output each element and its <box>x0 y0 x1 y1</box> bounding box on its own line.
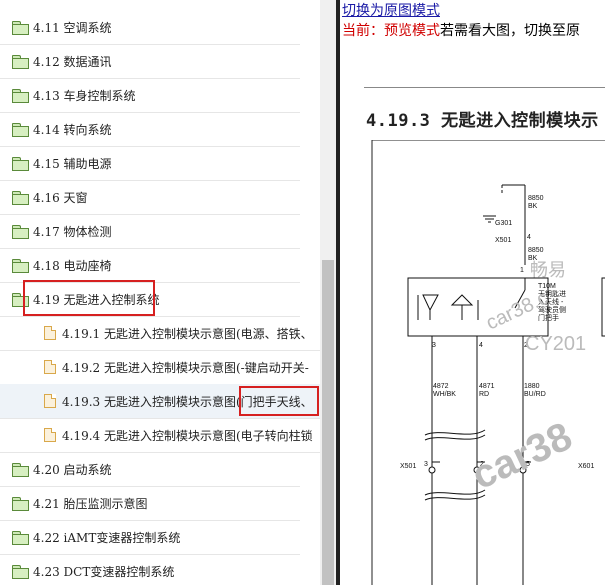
connector-label-top: X501 <box>495 237 511 244</box>
tree-item-4-14[interactable]: 4.14 转向系统 <box>0 112 300 147</box>
tree-item-4-20[interactable]: 4.20 启动系统 <box>0 452 300 487</box>
tree-item-label: 4.23 DCT变速器控制系统 <box>33 564 175 579</box>
wire-label-top-color: BK <box>528 203 538 210</box>
ground-label: G301 <box>495 220 512 227</box>
pin-label-1: 1 <box>520 267 524 274</box>
tree-item-label: 4.22 iAMT变速器控制系统 <box>33 530 181 545</box>
pin-label-4: 4 <box>479 342 483 349</box>
tree-item-4-21[interactable]: 4.21 胎压监测示意图 <box>0 486 300 521</box>
document-icon <box>44 326 56 340</box>
switch-to-original-link[interactable]: 切换为原图模式 <box>342 0 440 20</box>
tree-item-4-17[interactable]: 4.17 物体检测 <box>0 214 300 249</box>
tree-item-4-22[interactable]: 4.22 iAMT变速器控制系统 <box>0 520 300 555</box>
tree-item-4-13[interactable]: 4.13 车身控制系统 <box>0 78 300 113</box>
wire-c-num: 1880 <box>524 383 540 390</box>
watermark-year: CY201 <box>525 333 586 355</box>
folder-icon <box>12 530 29 545</box>
folder-icon <box>12 88 29 103</box>
content-pane: 切换为原图模式 当前：预览模式若需看大图，切换至原 4.19.3 无匙进入控制模… <box>340 0 605 585</box>
wire-label-top-num: 8850 <box>528 195 544 202</box>
watermark-large: car38 <box>465 414 578 498</box>
folder-icon <box>12 156 29 171</box>
folder-icon <box>12 190 29 205</box>
tree-item-label: 4.11 空调系统 <box>33 20 112 35</box>
tree-item-label: 4.13 车身控制系统 <box>33 88 136 103</box>
tree-item-4-19-2[interactable]: 4.19.2 无匙进入控制模块示意图(-键启动开关- <box>0 350 320 385</box>
module-desc-line-4: 门把手 <box>538 313 559 322</box>
tree-item-4-23[interactable]: 4.23 DCT变速器控制系统 <box>0 554 300 585</box>
tree-item-4-15[interactable]: 4.15 辅助电源 <box>0 146 300 181</box>
tree-item-4-16[interactable]: 4.16 天窗 <box>0 180 300 215</box>
tree-item-label: 4.20 启动系统 <box>33 462 112 477</box>
watermark-cn: 畅易 <box>530 260 566 280</box>
folder-icon <box>12 54 29 69</box>
wire-label-mid-num: 8850 <box>528 247 544 254</box>
pin-label-b3: 3 <box>424 461 428 468</box>
folder-icon <box>12 496 29 511</box>
document-icon <box>44 360 56 374</box>
status-mode: 预览模式 <box>384 23 440 39</box>
tree-item-4-18[interactable]: 4.18 电动座椅 <box>0 248 300 283</box>
scrollbar-thumb[interactable] <box>322 260 334 585</box>
status-prefix: 当前： <box>342 23 384 39</box>
connector-label-bottom-right: X601 <box>578 463 594 470</box>
folder-icon <box>12 258 29 273</box>
tree-item-label: 4.12 数据通讯 <box>33 54 112 69</box>
content-separator <box>364 87 605 88</box>
wire-c-color: BU/RD <box>524 391 546 398</box>
tree-scrollbar[interactable] <box>320 0 336 585</box>
status-hint: 若需看大图，切换至原 <box>440 23 580 39</box>
highlight-box-antenna <box>239 386 319 416</box>
document-icon <box>44 428 56 442</box>
document-icon <box>44 394 56 408</box>
folder-icon <box>12 20 29 35</box>
tree-item-label: 4.19.1 无匙进入控制模块示意图(电源、搭铁、 <box>62 326 313 341</box>
folder-icon <box>12 462 29 477</box>
tree-item-label: 4.17 物体检测 <box>33 224 112 239</box>
wiring-diagram: 8850 BK G301 X501 4 8850 BK 1 T10M 无钥匙进 … <box>371 140 605 585</box>
mode-status: 当前：预览模式若需看大图，切换至原 <box>342 20 580 40</box>
tree-item-label: 4.19.4 无匙进入控制模块示意图(电子转向柱锁 <box>62 428 313 443</box>
tree-item-label: 4.15 辅助电源 <box>33 156 112 171</box>
chapter-tree: 4.11 空调系统 4.12 数据通讯 4.13 车身控制系统 4.14 转向系… <box>0 0 320 585</box>
wire-b-color: RD <box>479 391 489 398</box>
folder-icon <box>12 224 29 239</box>
folder-icon <box>12 564 29 579</box>
tree-item-label: 4.19.2 无匙进入控制模块示意图(-键启动开关- <box>62 360 309 375</box>
tree-item-4-12[interactable]: 4.12 数据通讯 <box>0 44 300 79</box>
tree-item-label: 4.21 胎压监测示意图 <box>33 496 148 511</box>
tree-item-4-19-4[interactable]: 4.19.4 无匙进入控制模块示意图(电子转向柱锁 <box>0 418 320 453</box>
folder-icon <box>12 122 29 137</box>
pin-label-top: 4 <box>527 234 531 241</box>
document-title: 4.19.3 无匙进入控制模块示 <box>366 111 599 131</box>
tree-item-label: 4.14 转向系统 <box>33 122 112 137</box>
wire-a-color: WH/BK <box>433 391 456 398</box>
tree-item-label: 4.16 天窗 <box>33 190 88 205</box>
tree-item-4-19-1[interactable]: 4.19.1 无匙进入控制模块示意图(电源、搭铁、 <box>0 316 320 351</box>
wire-b-num: 4871 <box>479 383 495 390</box>
highlight-box-4-19 <box>23 280 155 316</box>
wire-a-num: 4872 <box>433 383 449 390</box>
tree-item-4-11[interactable]: 4.11 空调系统 <box>0 10 300 45</box>
connector-label-bottom: X501 <box>400 463 416 470</box>
tree-item-label: 4.18 电动座椅 <box>33 258 112 273</box>
pin-label-3: 3 <box>432 342 436 349</box>
